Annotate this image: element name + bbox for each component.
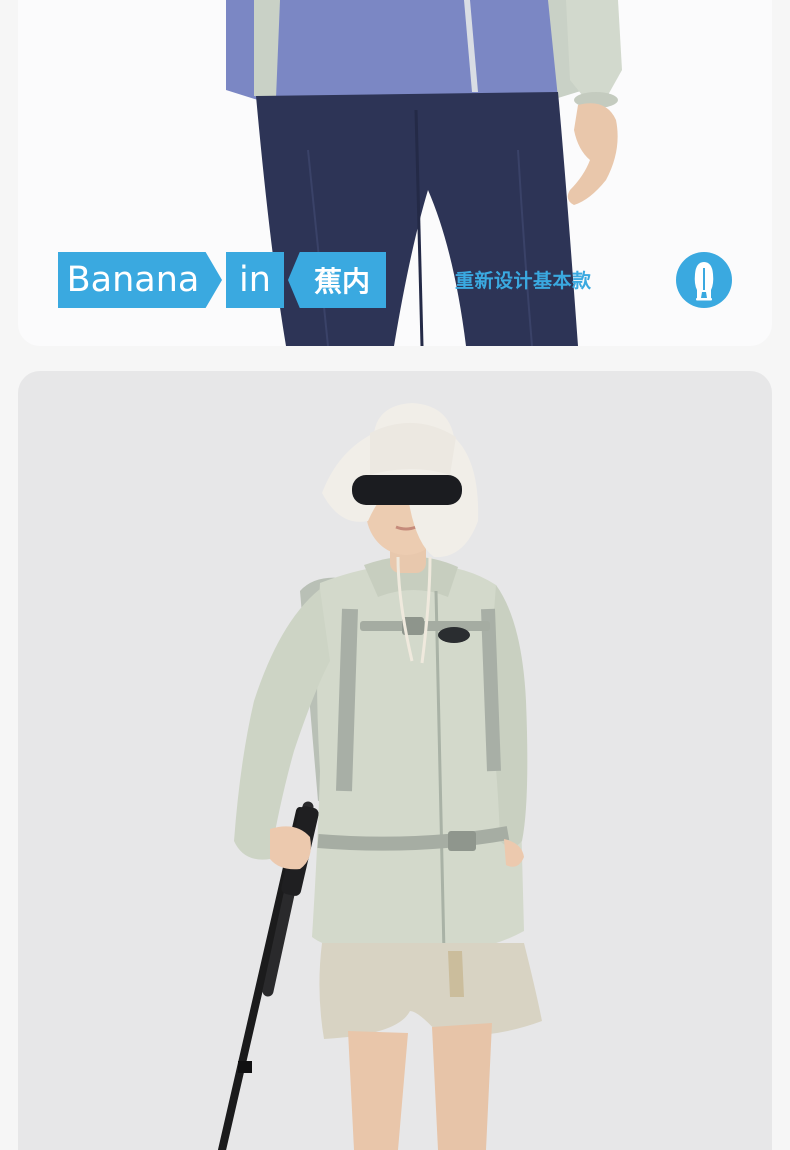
model-outdoor-outfit-photo [218, 403, 542, 1150]
brand-tag-chinese: 蕉内 [288, 252, 386, 308]
product-photo-panel [18, 371, 772, 1150]
brand-tag-in: in [226, 252, 284, 308]
brand-tag-banana: Banana [58, 252, 222, 308]
banner-panel: Banana in 蕉内 重新设计基本款 [18, 0, 772, 346]
slogan-text: 重新设计基本款 [455, 270, 592, 292]
bananain-figure-icon [676, 252, 732, 308]
